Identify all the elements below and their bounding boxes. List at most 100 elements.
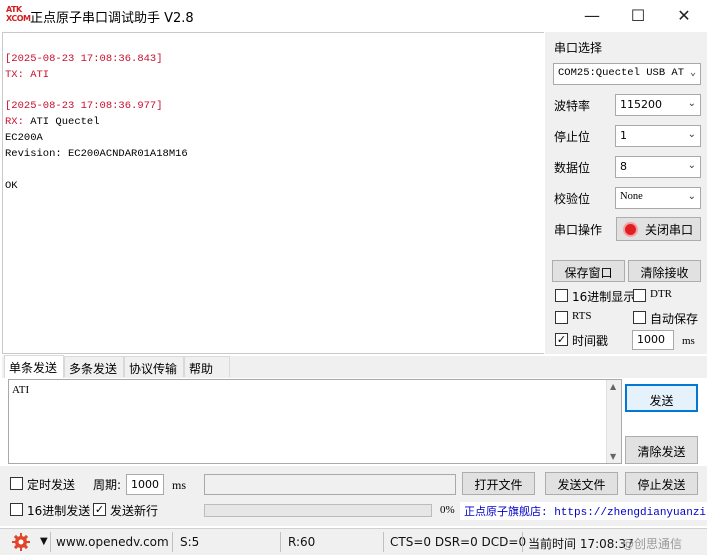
recv-line: RX: ATI Quectel (5, 116, 100, 128)
period-input[interactable]: 1000 (126, 474, 164, 495)
port-select-label: 串口选择 (554, 41, 603, 55)
scroll-up-icon: ▲ (610, 382, 617, 391)
status-bar: ▼ www.openedv.com S:5 R:60 CTS=0 DSR=0 D… (0, 528, 707, 555)
save-window-button[interactable]: 保存窗口 (552, 260, 625, 282)
parity-label: 校验位 (554, 192, 591, 206)
title-bar: ATK XCOM 正点原子串口调试助手 V2.8 — ☐ ✕ (0, 0, 707, 31)
signal-status: CTS=0 DSR=0 DCD=0 (390, 535, 527, 549)
send-text: ATI (12, 384, 30, 396)
recv-line: TX: ATI (5, 69, 50, 81)
send-options: 定时发送 周期: 1000 ms 打开文件 发送文件 停止发送 16进制发送 ✓… (0, 466, 707, 526)
baud-select[interactable]: 115200 ⌄ (615, 94, 701, 116)
recv-line: EC200A (5, 132, 43, 144)
close-icon: ✕ (677, 6, 691, 25)
divider (383, 532, 384, 552)
send-input[interactable]: ATI ▲ ▼ (8, 379, 622, 464)
divider (280, 532, 281, 552)
auto-save-checkbox[interactable] (633, 311, 646, 324)
file-path-field[interactable] (204, 474, 456, 495)
gear-icon[interactable] (12, 533, 30, 551)
send-scrollbar[interactable]: ▲ ▼ (606, 380, 621, 463)
send-progress-bar (204, 504, 432, 517)
baud-value: 115200 (620, 98, 662, 111)
dropdown-arrow-icon[interactable]: ▼ (40, 536, 48, 547)
stopbit-select[interactable]: 1 ⌄ (615, 125, 701, 147)
clear-receive-button[interactable]: 清除接收 (628, 260, 701, 282)
timestamp-checkbox[interactable]: ✓ (555, 333, 568, 346)
tab-single-send[interactable]: 单条发送 (4, 355, 64, 378)
chevron-down-icon: ⌄ (687, 98, 696, 109)
received-count: R:60 (288, 535, 316, 549)
check-icon: ✓ (556, 333, 567, 346)
tab-help[interactable]: 帮助 (184, 356, 230, 377)
send-newline-checkbox[interactable]: ✓ (93, 503, 106, 516)
timed-send-checkbox[interactable] (10, 477, 23, 490)
hex-send-checkbox[interactable] (10, 503, 23, 516)
logo-text-top: ATK (6, 5, 22, 14)
databit-select[interactable]: 8 ⌄ (615, 156, 701, 178)
port-status-icon (623, 222, 638, 237)
tab-protocol[interactable]: 协议传输 (124, 356, 184, 377)
website-link[interactable]: www.openedv.com (56, 535, 169, 549)
close-button[interactable]: ✕ (661, 0, 707, 31)
timed-send-label: 定时发送 (27, 478, 76, 492)
minimize-icon: — (584, 6, 600, 25)
tab-multi-send[interactable]: 多条发送 (64, 356, 124, 377)
minimize-button[interactable]: — (569, 0, 615, 31)
period-unit: ms (172, 478, 187, 492)
timestamp-interval-input[interactable]: 1000 (632, 330, 674, 350)
watermark: @创思通信 (622, 537, 683, 551)
hex-display-checkbox[interactable] (555, 289, 568, 302)
chevron-down-icon: ⌄ (687, 160, 696, 171)
chevron-down-icon: ⌄ (689, 68, 696, 79)
timestamp-interval-value: 1000 (637, 333, 665, 346)
recv-line: [2025-08-23 17:08:36.977] (5, 100, 163, 112)
flagship-link[interactable]: 正点原子旗舰店: https://zhengdianyuanzi (464, 507, 706, 519)
sent-count: S:5 (180, 535, 200, 549)
scroll-down-icon: ▼ (610, 452, 617, 461)
port-select-value: COM25:Quectel USB AT (558, 67, 685, 79)
parity-select[interactable]: None ⌄ (615, 187, 701, 209)
send-file-button[interactable]: 发送文件 (545, 472, 618, 495)
timestamp-label: 时间戳 (572, 334, 609, 348)
parity-value: None (620, 191, 643, 202)
port-op-label: 串口操作 (554, 223, 603, 237)
recv-line: [2025-08-23 17:08:36.843] (5, 53, 163, 65)
databit-label: 数据位 (554, 161, 591, 175)
timestamp-unit: ms (682, 335, 695, 347)
rts-label: RTS (572, 310, 592, 322)
stopbit-label: 停止位 (554, 130, 591, 144)
recv-line: OK (5, 180, 18, 192)
check-icon: ✓ (94, 503, 105, 516)
hex-send-label: 16进制发送 (27, 504, 91, 518)
clear-send-button[interactable]: 清除发送 (625, 436, 698, 464)
period-value: 1000 (131, 478, 159, 491)
baud-label: 波特率 (554, 99, 591, 113)
tab-bar: 单条发送 多条发送 协议传输 帮助 (2, 355, 707, 378)
app-logo: ATK XCOM (6, 5, 31, 24)
maximize-button[interactable]: ☐ (615, 0, 661, 31)
dtr-checkbox[interactable] (633, 289, 646, 302)
window-title: 正点原子串口调试助手 V2.8 (30, 11, 194, 26)
maximize-icon: ☐ (630, 6, 646, 25)
send-button[interactable]: 发送 (625, 384, 698, 412)
divider (172, 532, 173, 552)
settings-panel: 串口选择 COM25:Quectel USB AT ⌄ 波特率 115200 ⌄ 停… (545, 32, 707, 354)
port-select[interactable]: COM25:Quectel USB AT ⌄ (553, 63, 701, 85)
hex-display-label: 16进制显示 (572, 290, 636, 304)
stop-send-button[interactable]: 停止发送 (625, 472, 698, 495)
close-port-button[interactable]: 关闭串口 (616, 217, 701, 241)
progress-percent: 0% (440, 504, 455, 516)
dtr-label: DTR (650, 288, 672, 300)
divider (50, 532, 51, 552)
send-newline-label: 发送新行 (110, 504, 159, 518)
open-file-button[interactable]: 打开文件 (462, 472, 535, 495)
recv-line: Revision: EC200ACNDAR01A18M16 (5, 148, 188, 160)
flagship-link-box[interactable]: 正点原子旗舰店: https://zhengdianyuanzi (460, 502, 707, 520)
rts-checkbox[interactable] (555, 311, 568, 324)
logo-text-bottom: XCOM (6, 14, 31, 23)
close-port-label: 关闭串口 (645, 223, 694, 237)
stopbit-value: 1 (620, 129, 627, 142)
receive-area[interactable]: [2025-08-23 17:08:36.843] TX: ATI [2025-… (2, 32, 544, 354)
period-label: 周期: (93, 478, 122, 492)
